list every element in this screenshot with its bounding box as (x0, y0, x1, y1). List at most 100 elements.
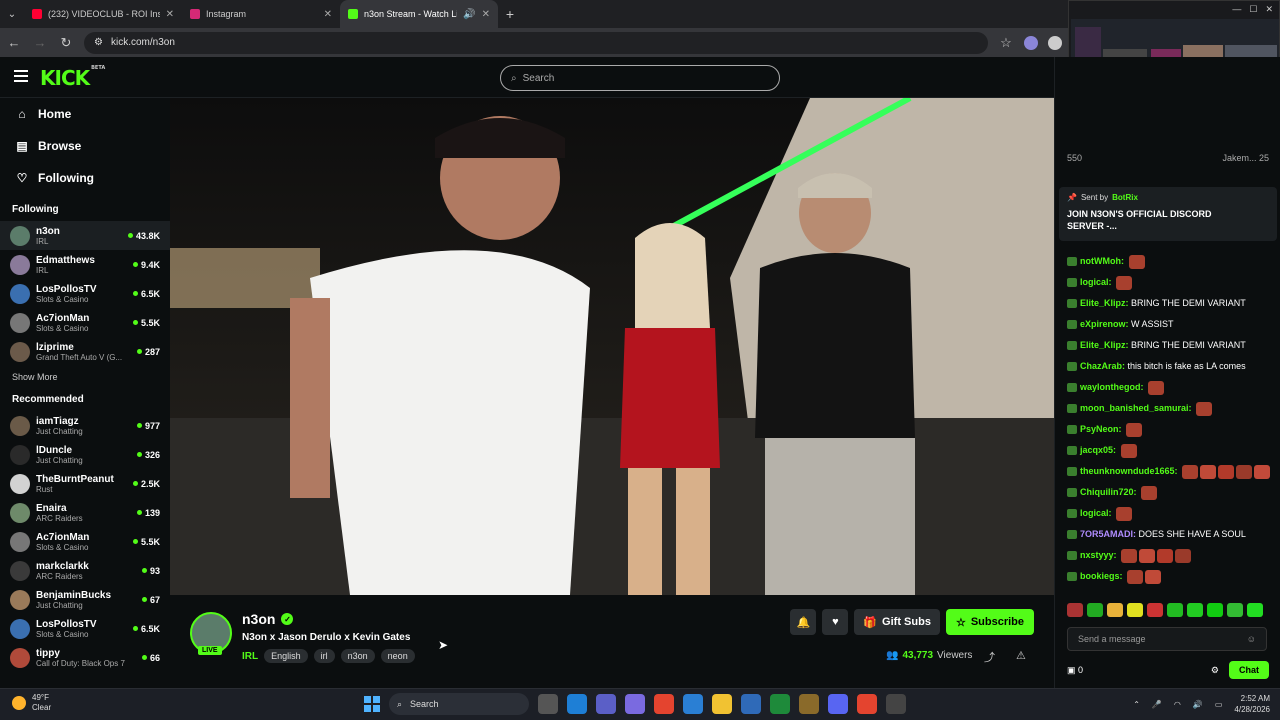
close-tab-icon[interactable]: ✕ (482, 9, 490, 20)
notification-bell-button[interactable]: 🔔 (790, 609, 817, 635)
microphone-icon[interactable]: 🎤 (1152, 700, 1162, 709)
chat-username[interactable]: waylonthegod: (1080, 382, 1144, 392)
follow-button[interactable]: ♥ (822, 609, 849, 635)
points-display[interactable]: ▣ 0 (1067, 665, 1083, 676)
emoji-icon[interactable]: ☺ (1247, 634, 1256, 644)
weather-widget[interactable]: 49°F Clear (12, 693, 51, 713)
emote-icon[interactable] (1167, 603, 1183, 617)
emote-icon[interactable] (1227, 603, 1243, 617)
subscribe-button[interactable]: ☆ Subscribe (945, 609, 1034, 635)
sidebar-item-following[interactable]: ♡ Following (0, 162, 170, 194)
chat-username[interactable]: notWMoh: (1080, 256, 1124, 266)
sidebar-channel-iamtiagz[interactable]: iamTiagz Just Chatting 977 (0, 411, 170, 440)
chat-username[interactable]: PsyNeon: (1080, 424, 1122, 434)
stream-category[interactable]: IRL (242, 651, 258, 662)
emote-icon[interactable] (1087, 603, 1103, 617)
sidebar-channel-n3on[interactable]: n3on IRL 43.8K (0, 221, 170, 250)
tab-videoclub[interactable]: (232) VIDEOCLUB - ROI Instrumental ✕ (24, 0, 182, 28)
chat-username[interactable]: Elite_Klipz: (1080, 298, 1129, 308)
chat-username[interactable]: 7OR5AMADI: (1080, 529, 1136, 539)
share-icon[interactable]: ⤴ (984, 649, 995, 665)
task-view-icon[interactable] (538, 694, 558, 714)
app-icon[interactable] (741, 694, 761, 714)
sidebar-channel-lziprime[interactable]: lziprime Grand Theft Auto V (G... 287 (0, 337, 170, 366)
sidebar-channel-edmatthews[interactable]: Edmatthews IRL 9.4K (0, 250, 170, 279)
bookmark-star-icon[interactable]: ☆ (998, 35, 1014, 51)
maximize-icon[interactable]: ☐ (1249, 4, 1257, 15)
new-tab-button[interactable]: + (498, 6, 522, 22)
chat-username[interactable]: nxstyyy: (1080, 550, 1117, 560)
discord-icon[interactable] (828, 694, 848, 714)
battery-icon[interactable]: ▭ (1215, 700, 1223, 709)
emote-icon[interactable] (1107, 603, 1123, 617)
search-input[interactable]: ⌕ Search (500, 65, 780, 91)
close-tab-icon[interactable]: ✕ (324, 9, 332, 20)
xbox-icon[interactable] (770, 694, 790, 714)
chrome-icon[interactable] (654, 694, 674, 714)
site-info-icon[interactable]: ⚙ (94, 37, 103, 48)
tag[interactable]: n3on (340, 649, 375, 663)
chat-username[interactable]: logical: (1080, 277, 1112, 287)
wifi-icon[interactable]: ◠ (1174, 700, 1181, 709)
chat-username[interactable]: ChazArab: (1080, 361, 1125, 371)
sidebar-channel-lduncle[interactable]: lDuncle Just Chatting 326 (0, 440, 170, 469)
sidebar-channel-markclarkk[interactable]: markclarkk ARC Raiders 93 (0, 556, 170, 585)
windows-start-icon[interactable] (364, 696, 380, 712)
menu-icon[interactable] (14, 70, 28, 82)
sidebar-channel-lospollostv[interactable]: LosPollosTV Slots & Casino 6.5K (0, 279, 170, 308)
leaderboard-right[interactable]: Jakem... 25 (1222, 153, 1269, 163)
chat-username[interactable]: moon_banished_samurai: (1080, 403, 1192, 413)
gift-subs-button[interactable]: 🎁 Gift Subs (854, 609, 940, 635)
close-tab-icon[interactable]: ✕ (166, 9, 174, 20)
speaker-icon[interactable]: 🔊 (463, 9, 475, 20)
reload-icon[interactable]: ↻ (58, 35, 74, 51)
chat-username[interactable]: logical: (1080, 508, 1112, 518)
teams-icon[interactable] (596, 694, 616, 714)
pinned-message[interactable]: 📌 Sent by BotRix JOIN N3ON'S OFFICIAL DI… (1059, 187, 1277, 241)
emote-icon[interactable] (1187, 603, 1203, 617)
tag[interactable]: English (264, 649, 308, 663)
tag[interactable]: irl (313, 649, 335, 663)
volume-icon[interactable]: 🔊 (1193, 700, 1203, 709)
file-explorer-icon[interactable] (712, 694, 732, 714)
emote-icon[interactable] (1127, 603, 1143, 617)
emote-icon[interactable] (1067, 603, 1083, 617)
video-player[interactable] (170, 98, 1054, 595)
clock[interactable]: 2:52 AM 4/28/2026 (1234, 693, 1270, 715)
sidebar-channel-benjaminbucks[interactable]: BenjaminBucks Just Chatting 67 (0, 585, 170, 614)
store-icon[interactable] (683, 694, 703, 714)
copilot-icon[interactable] (625, 694, 645, 714)
streamer-name[interactable]: n3on (242, 611, 275, 627)
emote-icon[interactable] (1207, 603, 1223, 617)
chat-message-input[interactable]: Send a message ☺ (1067, 627, 1267, 651)
forward-icon[interactable]: → (32, 35, 48, 50)
settings-gear-icon[interactable]: ⚙ (1211, 665, 1219, 676)
sidebar-channel-lospollostv[interactable]: LosPollosTV Slots & Casino 6.5K (0, 614, 170, 643)
chat-username[interactable]: Chiquilin720: (1080, 487, 1137, 497)
chat-username[interactable]: bookiegs: (1080, 571, 1123, 581)
emote-icon[interactable] (1147, 603, 1163, 617)
chrome-icon[interactable] (857, 694, 877, 714)
report-icon[interactable]: ⚠ (1016, 649, 1026, 662)
chat-username[interactable]: theunknowndude1665: (1080, 466, 1178, 476)
tab-instagram[interactable]: Instagram ✕ (182, 0, 340, 28)
kick-logo[interactable]: KICK BETA (40, 65, 105, 90)
sidebar-item-browse[interactable]: ▤ Browse (0, 130, 170, 162)
profile-icon[interactable] (1048, 35, 1062, 50)
emote-icon[interactable] (1247, 603, 1263, 617)
app-icon[interactable] (886, 694, 906, 714)
sidebar-channel-enaira[interactable]: Enaira ARC Raiders 139 (0, 498, 170, 527)
sidebar-channel-ac7ionman[interactable]: Ac7ionMan Slots & Casino 5.5K (0, 527, 170, 556)
sidebar-channel-theburntpeanut[interactable]: TheBurntPeanut Rust 2.5K (0, 469, 170, 498)
sidebar-channel-ac7ionman[interactable]: Ac7ionMan Slots & Casino 5.5K (0, 308, 170, 337)
app-icon[interactable] (799, 694, 819, 714)
chat-username[interactable]: eXpirenow: (1080, 319, 1129, 329)
chevron-up-icon[interactable]: ⌃ (1133, 700, 1140, 709)
tab-kick[interactable]: n3on Stream - Watch Live on Kick 🔊 ✕ (340, 0, 498, 28)
leaderboard-left[interactable]: 550 (1067, 153, 1082, 163)
extension-icon[interactable] (1024, 35, 1038, 50)
tab-search-icon[interactable]: ⌄ (0, 0, 24, 28)
show-more-button[interactable]: Show More (0, 366, 170, 388)
taskbar-search[interactable]: ⌕ Search (389, 693, 529, 715)
chat-username[interactable]: jacqx05: (1080, 445, 1116, 455)
